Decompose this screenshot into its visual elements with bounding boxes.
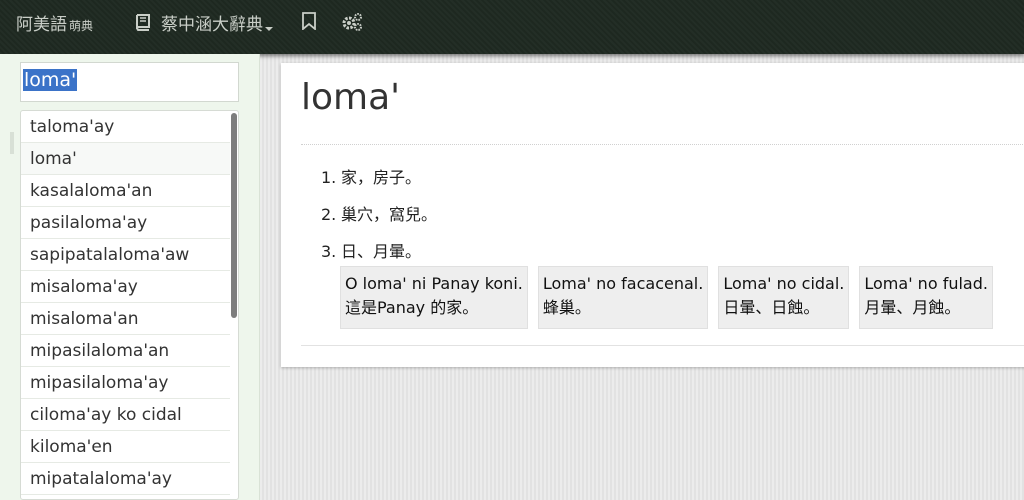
sidebar: loma' taloma'ay loma' kasalaloma'an pasi…: [0, 54, 260, 500]
book-icon: [136, 14, 150, 31]
results-scrollbar[interactable]: [231, 113, 237, 318]
result-item[interactable]: ciloma'ay ko cidal: [21, 399, 230, 431]
entry-title: loma': [301, 77, 401, 118]
definition-text: 家，房子。: [341, 168, 422, 187]
search-input[interactable]: loma': [20, 62, 239, 102]
result-item[interactable]: kasalaloma'an: [21, 175, 230, 207]
example-list: O loma' ni Panay koni. 這是Panay 的家。 Loma'…: [340, 266, 1003, 329]
example-translation: 蜂巢。: [542, 298, 591, 317]
example-translation: 月暈、月蝕。: [864, 298, 961, 317]
gear-icon[interactable]: [341, 12, 363, 32]
example-box: Loma' no facacenal. 蜂巢。: [537, 266, 709, 329]
definition-item: 2. 巢穴，窩兒。: [321, 200, 437, 237]
definition-number: 2.: [321, 205, 337, 224]
example-amis[interactable]: Loma' no facacenal.: [543, 273, 703, 295]
result-item[interactable]: mipasilaloma'an: [21, 335, 230, 367]
sidebar-marker: [10, 132, 14, 154]
results-list[interactable]: taloma'ay loma' kasalaloma'an pasilaloma…: [20, 110, 239, 500]
brand-link[interactable]: 阿美語 萌典: [16, 10, 93, 35]
brand-name: 阿美語: [16, 15, 67, 35]
result-item[interactable]: mipasilaloma'ay: [21, 367, 230, 399]
definition-item: 1. 家，房子。: [321, 163, 437, 200]
example-translation: 日暈、日蝕。: [723, 298, 820, 317]
result-item[interactable]: kiloma'en: [21, 431, 230, 463]
result-item[interactable]: sapipatalaloma'aw: [21, 239, 230, 271]
entry-card: loma' 1. 家，房子。 2. 巢穴，窩兒。 3. 日、月暈。 O loma' n…: [281, 63, 1024, 367]
definition-number: 3.: [321, 242, 337, 261]
definition-text: 日、月暈。: [341, 242, 422, 261]
search-value: loma': [23, 69, 78, 91]
result-item[interactable]: misaloma'an: [21, 303, 230, 335]
dictionary-dropdown[interactable]: 蔡中涵大辭典: [134, 10, 273, 35]
top-navbar: 阿美語 萌典 蔡中涵大辭典: [0, 0, 1024, 54]
result-item[interactable]: loma': [21, 143, 230, 175]
brand-sub: 萌典: [69, 19, 94, 33]
definition-number: 1.: [321, 168, 337, 187]
divider: [301, 345, 1024, 346]
definition-list: 1. 家，房子。 2. 巢穴，窩兒。 3. 日、月暈。: [321, 163, 437, 274]
result-item[interactable]: taloma'ay: [21, 111, 230, 143]
result-item[interactable]: pasilaloma'ay: [21, 207, 230, 239]
example-amis[interactable]: O loma' ni Panay koni.: [345, 273, 523, 295]
divider: [301, 144, 1024, 145]
example-amis[interactable]: Loma' no cidal.: [723, 273, 844, 295]
result-item[interactable]: misaloma'ay: [21, 271, 230, 303]
definition-text: 巢穴，窩兒。: [341, 205, 438, 224]
example-box: Loma' no fulad. 月暈、月蝕。: [859, 266, 993, 329]
chevron-down-icon: [265, 26, 273, 31]
result-item[interactable]: mipatalaloma'ay: [21, 463, 230, 495]
dictionary-name: 蔡中涵大辭典: [161, 15, 263, 35]
example-box: Loma' no cidal. 日暈、日蝕。: [718, 266, 850, 329]
example-amis[interactable]: Loma' no fulad.: [864, 273, 988, 295]
example-box: O loma' ni Panay koni. 這是Panay 的家。: [340, 266, 528, 329]
example-translation: 這是Panay 的家。: [345, 298, 479, 317]
bookmark-icon[interactable]: [301, 12, 317, 30]
